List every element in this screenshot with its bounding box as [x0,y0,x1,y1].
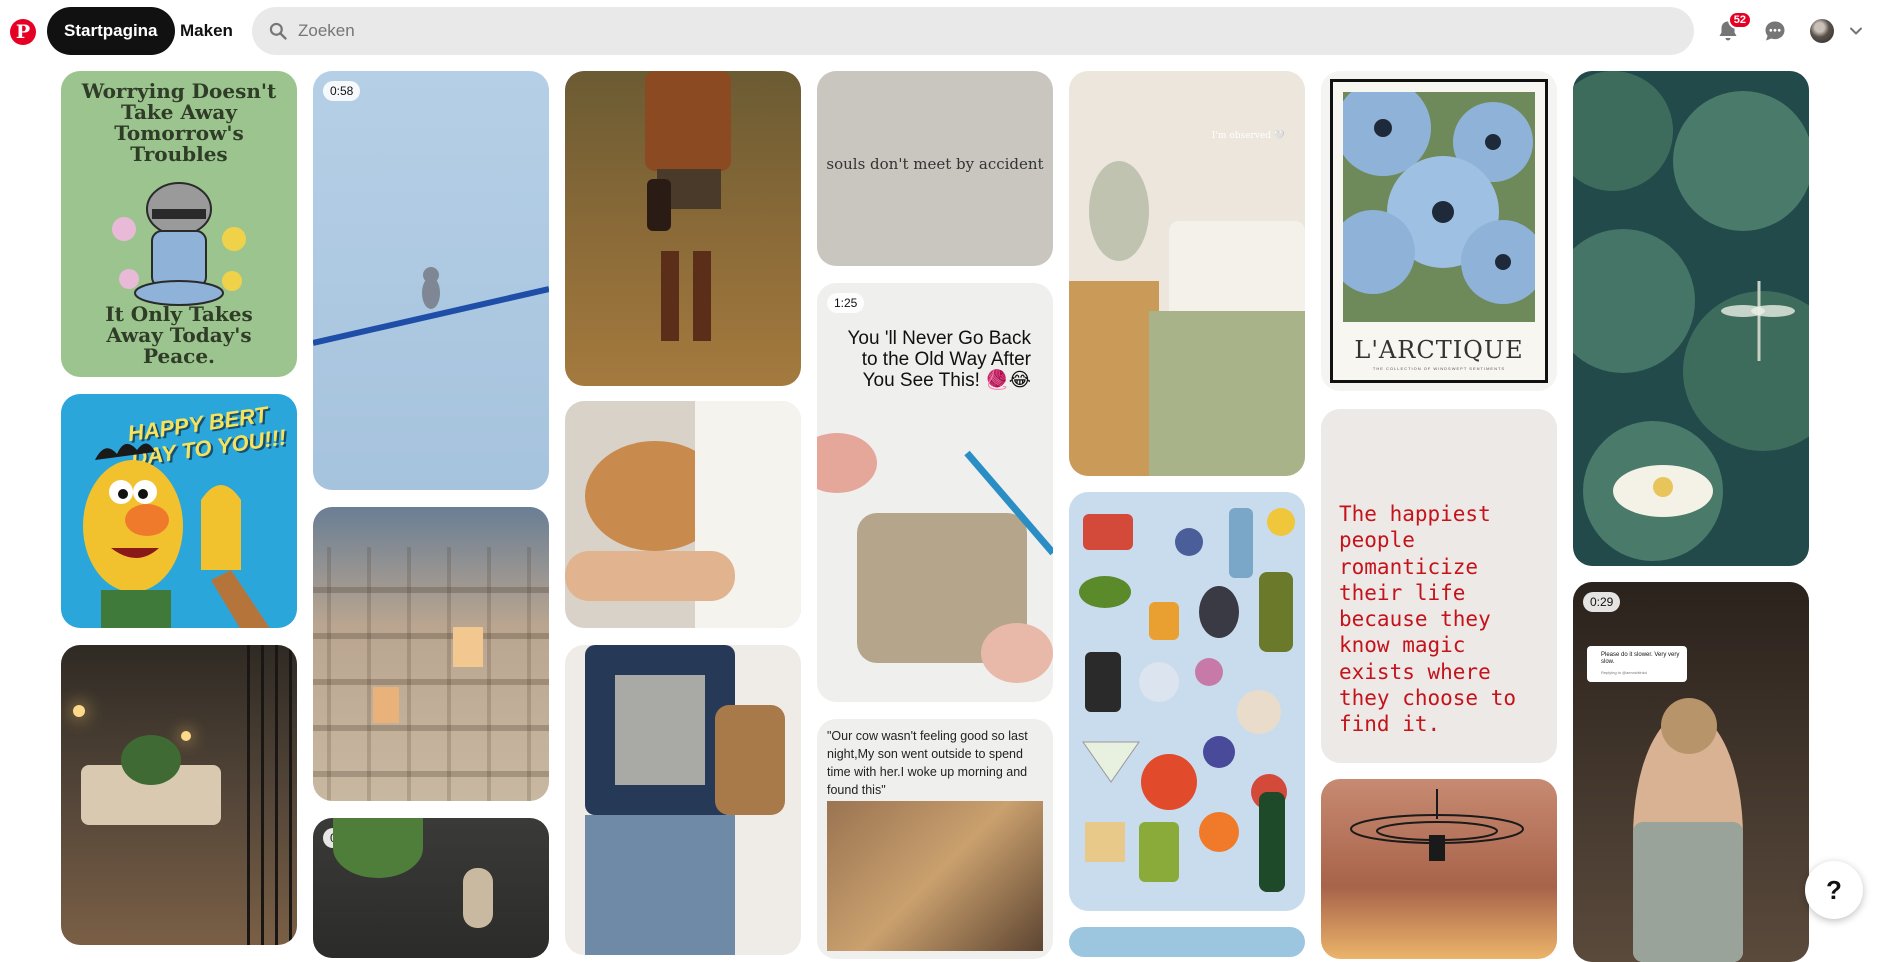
video-duration-badge: 1:25 [827,293,865,313]
crochet-text: You 'll Never Go Back to the Old Way Aft… [847,328,1031,391]
pin-bedroom[interactable]: I'm observed 🤍 [1069,71,1305,476]
pin-crochet-video[interactable]: 1:25 You 'll Never Go Back to the Old Wa… [817,283,1053,702]
bert-illustration [83,443,270,628]
happiest-text: The happiest people romanticize their li… [1339,502,1517,736]
plant-leaves [333,818,423,878]
balcony-plant [121,735,181,785]
tote-bag [715,705,785,815]
messages-button[interactable] [1759,15,1791,47]
pin-food-collage[interactable] [1069,492,1305,911]
video-duration-badge: 0:58 [323,81,361,101]
lit-window [373,687,399,723]
nav-create-button[interactable]: Maken [166,7,247,55]
pin-happiest-quote[interactable]: The happiest people romanticize their li… [1321,409,1557,763]
raccoon-top-text: Worrying Doesn't Take Away Tomorrow's Tr… [81,79,277,166]
notifications-badge: 52 [1727,11,1752,29]
pin-back-video[interactable]: 0:29 Please do it slower. Very very slow… [1573,582,1809,962]
raccoon-bottom-text: It Only Takes Away Today's Peace. [105,302,253,368]
green-duvet [1149,311,1305,476]
pin-arctique-poster[interactable]: L'ARCTIQUE THE COLLECTION OF WINDSWEPT S… [1321,71,1557,391]
lily-pond-illustration [1573,71,1809,561]
pin-souls-quote[interactable]: souls don't meet by accident [817,71,1053,266]
souls-text: souls don't meet by accident [826,155,1044,173]
pin-balcony[interactable] [61,645,297,945]
pin-lily-pond[interactable] [1573,71,1809,566]
hair-bun [1661,698,1717,754]
pin-lamp-room[interactable] [1321,779,1557,959]
grey-top [1633,822,1743,962]
pin-cat-hug[interactable] [565,401,801,628]
chevron-down-icon[interactable] [1848,23,1864,39]
search-input[interactable] [298,21,1658,41]
avatar[interactable] [1810,19,1834,43]
nav-home-button[interactable]: Startpagina [47,7,175,55]
pillow [1169,221,1305,321]
search-bar[interactable] [252,7,1694,55]
building-facade [313,547,549,801]
arm [565,551,735,601]
cow-quote-text: "Our cow wasn't feeling good so last nig… [827,729,1028,798]
comment-reply: Replying to @aeroshtinkd [1601,670,1647,675]
jeans [585,815,735,955]
bed-overlay-text: I'm observed 🤍 [1211,131,1285,141]
pin-paris-building[interactable] [313,507,549,801]
grey-top [615,675,705,785]
chat-icon [1765,21,1785,41]
pin-partial-col5[interactable] [1069,927,1305,957]
boot [661,251,679,341]
handbag [647,179,671,231]
balcony-light [181,731,191,741]
comment-bubble: Please do it slower. Very very slow. Rep… [1587,646,1687,682]
leather-jacket [645,71,731,171]
pinterest-logo[interactable]: P [10,19,36,45]
pin-autumn-outfit[interactable] [565,71,801,386]
video-duration-badge: 0:29 [1583,592,1621,612]
pendant-lamp-illustration [1350,789,1524,861]
poster-subtitle: THE COLLECTION OF WINDSWEPT SENTIMENTS [1372,366,1506,371]
food-collage-illustration [1079,508,1295,892]
poster-title: L'ARCTIQUE [1354,336,1524,364]
top-bar: P Startpagina Maken 52 [0,0,1881,62]
pin-raccoon-quote[interactable]: Worrying Doesn't Take Away Tomorrow's Tr… [61,71,297,377]
pin-grid: Worrying Doesn't Take Away Tomorrow's Tr… [0,0,1881,962]
blueberries-illustration [1343,92,1535,322]
crochet-illustration [817,433,1053,683]
search-icon [269,22,287,40]
pin-plant-video[interactable]: 0:16 [313,818,549,958]
cat-on-wire-illustration [313,267,549,346]
pin-bert-birthday[interactable]: HAPPY BERT DAY TO YOU!!! [61,394,297,628]
flowers [1089,161,1149,261]
pin-cow-story[interactable]: "Our cow wasn't feeling good so last nig… [817,719,1053,959]
wooden-spoon [463,868,493,928]
balcony-railing [247,645,297,945]
pin-cat-video[interactable]: 0:58 [313,71,549,490]
pin-casual-outfit[interactable] [565,645,801,955]
help-button[interactable]: ? [1805,861,1863,919]
nightstand [1069,281,1159,476]
balcony-light [73,705,85,717]
comment-text: Please do it slower. Very very slow. [1601,652,1680,666]
notifications-button[interactable]: 52 [1712,11,1752,47]
raccoon-illustration [112,182,246,306]
poster-frame: L'ARCTIQUE THE COLLECTION OF WINDSWEPT S… [1330,79,1548,383]
cow-photo [827,801,1043,951]
lit-window [453,627,483,667]
boot [693,251,711,341]
